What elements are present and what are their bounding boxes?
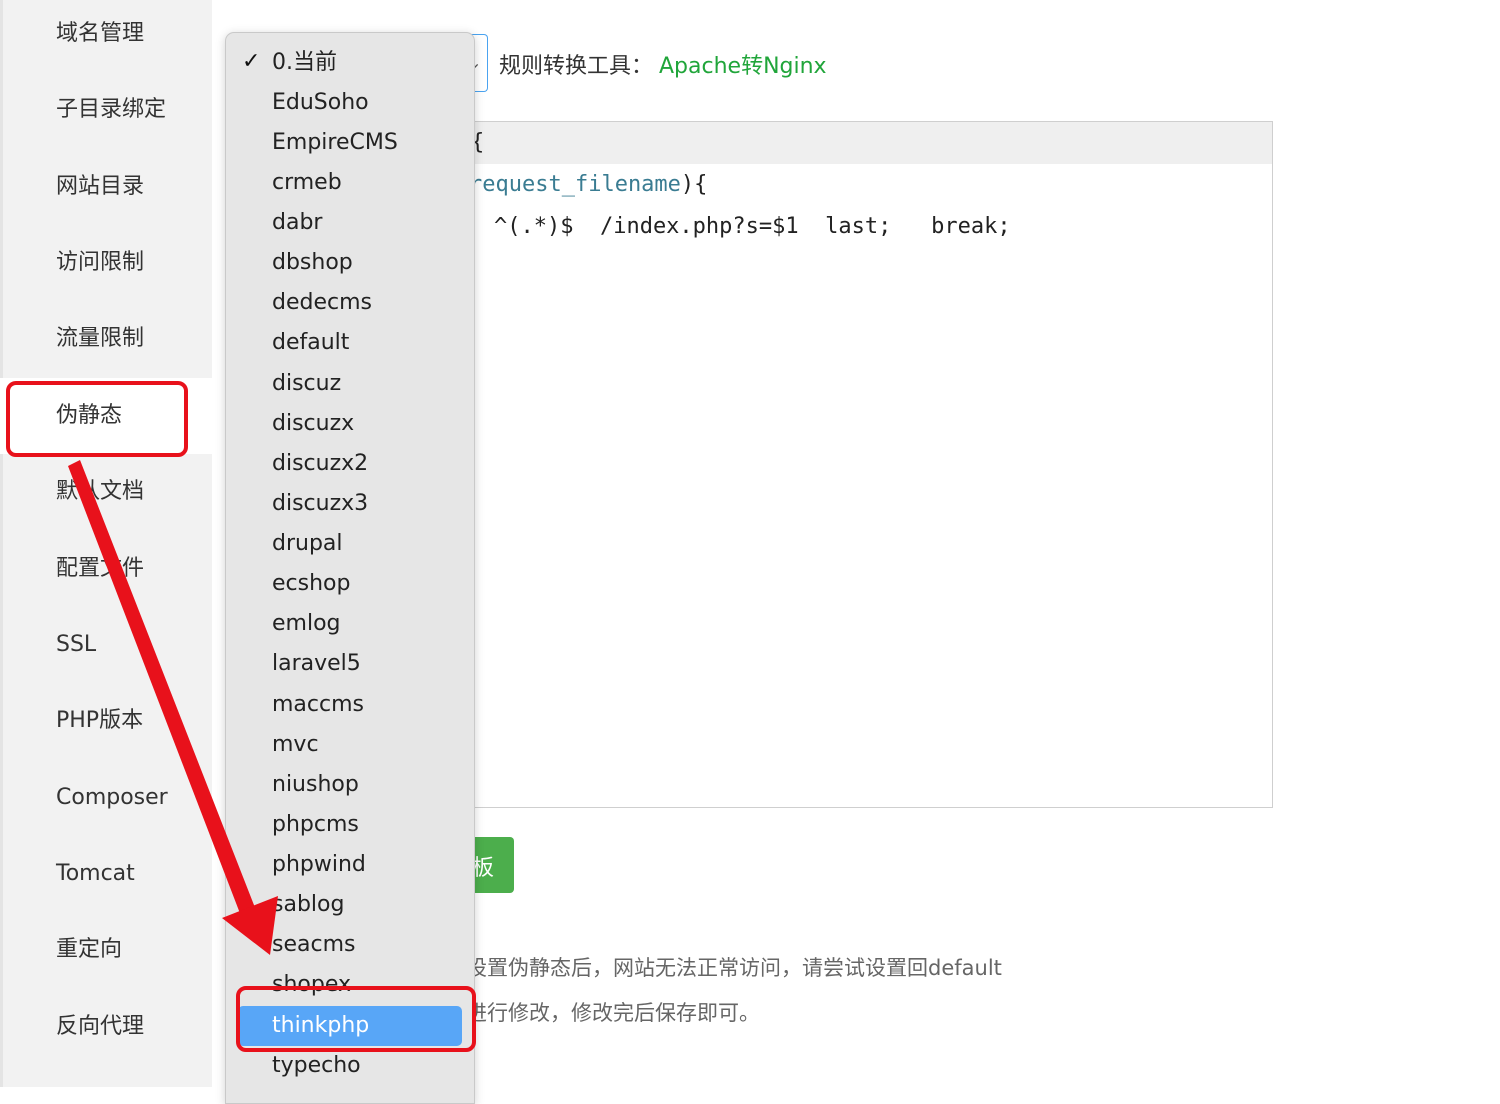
annotation-arrow-shaft: [68, 460, 261, 929]
annotation-arrow: [68, 460, 278, 955]
